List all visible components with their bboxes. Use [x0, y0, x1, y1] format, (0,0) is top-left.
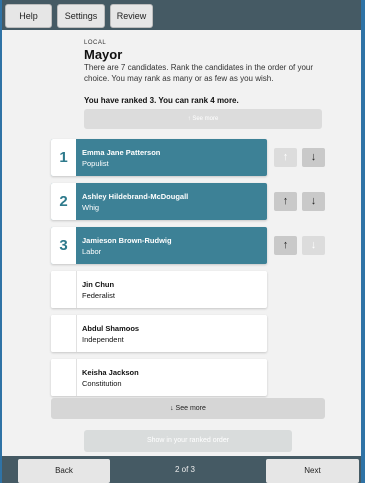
contest-type-label: LOCAL	[84, 40, 107, 46]
candidate-party: Labor	[82, 247, 102, 256]
candidate-name: Ashley Hildebrand-McDougall	[82, 192, 189, 201]
candidate-party: Populist	[82, 159, 109, 168]
move-up-icon[interactable]: ↑	[274, 192, 297, 211]
candidate-party: Whig	[82, 203, 100, 212]
candidate-name: Emma Jane Patterson	[82, 148, 161, 157]
rank-number: 1	[51, 139, 76, 176]
candidate-row-ashley-hildebrand-mcdougall[interactable]: 2 Ashley Hildebrand-McDougall Whig	[51, 183, 267, 220]
contest-instructions: There are 7 candidates. Rank the candida…	[84, 63, 314, 83]
candidate-name: Jin Chun	[82, 280, 115, 289]
help-button[interactable]: Help	[5, 4, 52, 28]
candidate-name: Abdul Shamoos	[82, 324, 140, 333]
move-down-icon[interactable]: ↓	[302, 148, 325, 167]
rank-number: 3	[51, 227, 76, 264]
candidate-row-keisha-jackson[interactable]: Keisha Jackson Constitution	[51, 359, 267, 396]
candidate-party: Constitution	[82, 379, 122, 388]
back-button[interactable]: Back	[18, 459, 110, 483]
rank-number	[51, 271, 77, 308]
candidate-party: Federalist	[82, 291, 115, 300]
candidate-name: Keisha Jackson	[82, 368, 139, 377]
next-button[interactable]: Next	[266, 459, 359, 483]
contest-panel: LOCAL Mayor There are 7 candidates. Rank…	[2, 30, 361, 456]
candidate-row-emma-jane-patterson[interactable]: 1 Emma Jane Patterson Populist	[51, 139, 267, 176]
candidate-row-jin-chun[interactable]: Jin Chun Federalist	[51, 271, 267, 308]
candidate-row-abdul-shamoos[interactable]: Abdul Shamoos Independent	[51, 315, 267, 352]
candidate-row-jamieson-brown-rudwig[interactable]: 3 Jamieson Brown-Rudwig Labor	[51, 227, 267, 264]
page-indicator: 2 of 3	[174, 465, 195, 474]
bottom-navigation-bar: Back 2 of 3 Next	[2, 456, 361, 483]
contest-title: Mayor	[84, 47, 123, 62]
rank-number	[51, 359, 77, 396]
move-down-icon[interactable]: ↓	[302, 192, 325, 211]
see-more-up-button[interactable]: ↑ See more	[84, 109, 322, 129]
top-toolbar: Help Settings Review	[2, 0, 361, 30]
rank-number	[51, 315, 77, 352]
candidate-name: Jamieson Brown-Rudwig	[82, 236, 172, 245]
move-up-icon[interactable]: ↑	[274, 236, 297, 255]
move-up-icon: ↑	[274, 148, 297, 167]
show-ranked-order-button[interactable]: Show in your ranked order	[84, 430, 292, 452]
right-border	[361, 0, 365, 483]
ballot-screen: Help Settings Review LOCAL Mayor There a…	[0, 0, 365, 483]
settings-button[interactable]: Settings	[57, 4, 105, 28]
candidate-party: Independent	[82, 335, 124, 344]
ranked-summary: You have ranked 3. You can rank 4 more.	[84, 96, 239, 105]
rank-number: 2	[51, 183, 76, 220]
review-button[interactable]: Review	[110, 4, 153, 28]
see-more-down-button[interactable]: ↓ See more	[51, 398, 325, 419]
move-down-icon: ↓	[302, 236, 325, 255]
